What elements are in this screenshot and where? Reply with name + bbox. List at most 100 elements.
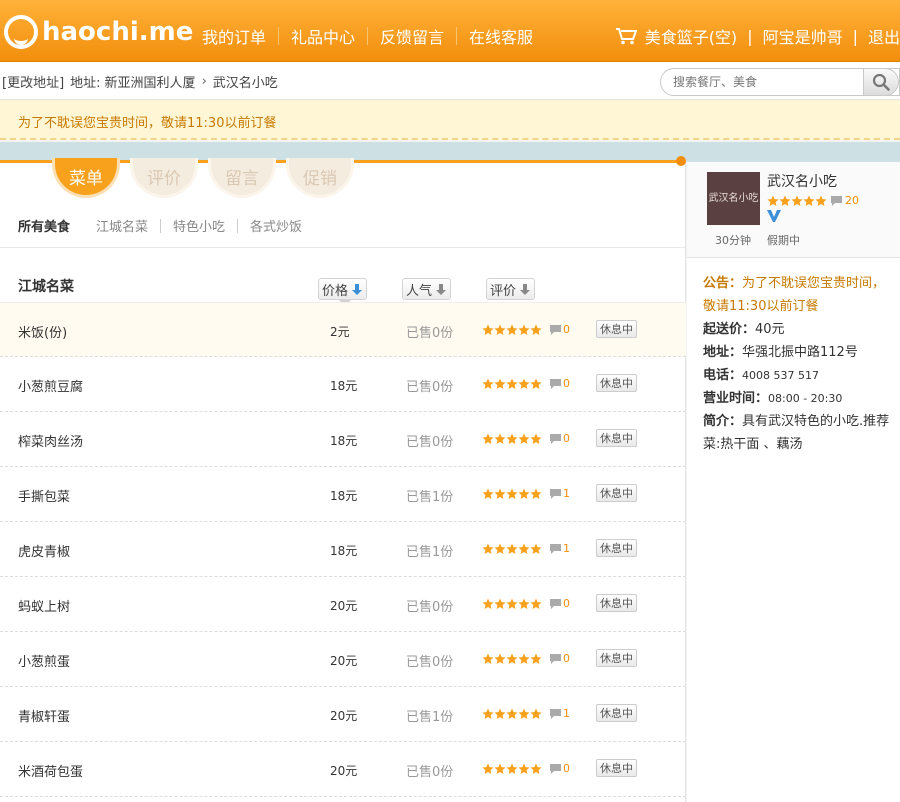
category-item[interactable]: 各式炒饭 xyxy=(250,216,302,235)
separator: | xyxy=(852,26,858,46)
divider xyxy=(0,247,686,248)
category-divider xyxy=(160,218,162,233)
dish-sold-count: 已售1份 xyxy=(406,545,454,560)
dish-comments[interactable]: 1 xyxy=(550,707,570,720)
dish-status-button[interactable]: 休息中 xyxy=(596,320,637,338)
arrow-down-icon xyxy=(518,282,532,296)
intro-label: 简介： xyxy=(703,414,743,429)
star-icon xyxy=(779,195,791,207)
comment-icon xyxy=(550,708,561,719)
dish-comments[interactable]: 0 xyxy=(550,377,570,390)
star-icon xyxy=(506,653,518,665)
category-item[interactable]: 特色小吃 xyxy=(173,216,225,235)
dish-name[interactable]: 手撕包菜 xyxy=(18,486,70,505)
shop-status: 假期中 xyxy=(767,234,800,247)
dish-status-button[interactable]: 休息中 xyxy=(596,759,637,777)
tab-reviews[interactable]: 评价 xyxy=(130,158,198,198)
dish-status-button[interactable]: 休息中 xyxy=(596,374,637,392)
dish-comments[interactable]: 1 xyxy=(550,542,570,555)
dish-row[interactable]: 榨菜肉丝汤 18元 已售0份 0 休息中 xyxy=(0,412,686,467)
comment-icon xyxy=(550,653,561,664)
shop-logo[interactable]: 武汉名小吃 xyxy=(707,172,760,225)
dish-status-button[interactable]: 休息中 xyxy=(596,704,637,722)
dish-name[interactable]: 小葱煎蛋 xyxy=(18,651,70,670)
nav-online-support[interactable]: 在线客服 xyxy=(457,24,545,48)
dish-comments[interactable]: 0 xyxy=(550,597,570,610)
dish-rating-stars xyxy=(482,543,542,555)
comment-icon xyxy=(550,488,561,499)
smile-logo-icon xyxy=(4,15,38,49)
sort-by-popularity-button[interactable]: 人气 xyxy=(402,278,452,300)
dish-status-button[interactable]: 休息中 xyxy=(596,429,637,447)
dish-row[interactable]: 虎皮青椒 18元 已售1份 1 休息中 xyxy=(0,522,686,577)
star-icon xyxy=(530,488,542,500)
nav-gift-center[interactable]: 礼品中心 xyxy=(279,24,367,48)
sort-label: 评价 xyxy=(490,283,517,299)
dish-price: 18元 xyxy=(330,544,358,558)
review-count[interactable]: 20 xyxy=(831,194,859,207)
dish-comments[interactable]: 0 xyxy=(550,762,570,775)
dish-status-button[interactable]: 休息中 xyxy=(596,539,637,557)
dish-name[interactable]: 小葱煎豆腐 xyxy=(18,376,83,395)
dish-rating-stars xyxy=(482,653,542,665)
dish-name[interactable]: 虎皮青椒 xyxy=(18,541,70,560)
dish-row[interactable]: 小葱煎蛋 20元 已售0份 0 休息中 xyxy=(0,632,686,687)
dish-comments[interactable]: 0 xyxy=(550,652,570,665)
tab-messages[interactable]: 留言 xyxy=(208,158,276,198)
comment-icon xyxy=(550,433,561,444)
search-button[interactable] xyxy=(863,68,899,96)
logout-link[interactable]: 退出 xyxy=(868,24,900,48)
dish-name[interactable]: 米酒荷包蛋 xyxy=(18,761,83,780)
dish-status-button[interactable]: 休息中 xyxy=(596,594,637,612)
verified-icon xyxy=(767,210,781,222)
dish-row[interactable]: 米酒荷包蛋 20元 已售0份 0 休息中 xyxy=(0,742,686,797)
cart-link[interactable]: 美食篮子(空) xyxy=(645,24,738,48)
cart-icon[interactable] xyxy=(615,27,637,45)
dish-row[interactable]: 米饭(份) 2元 已售0份 0 休息中 xyxy=(0,302,686,357)
dish-sold-count: 已售0份 xyxy=(406,655,454,670)
dish-row[interactable]: 小葱煎豆腐 18元 已售0份 0 休息中 xyxy=(0,357,686,412)
sort-by-rating-button[interactable]: 评价 xyxy=(486,278,536,300)
category-item[interactable]: 江城名菜 xyxy=(96,216,148,235)
comment-count: 0 xyxy=(563,652,570,665)
address-building: 新亚洲国利人厦 xyxy=(104,76,196,91)
category-all[interactable]: 所有美食 xyxy=(18,216,70,235)
sort-by-price-button[interactable]: 价格 xyxy=(318,278,368,300)
shop-hours: 营业时间：08:00 - 20:30 xyxy=(703,387,893,410)
min-order-label: 起送价： xyxy=(703,322,756,337)
dish-row[interactable]: 手撕包菜 18元 已售1份 1 休息中 xyxy=(0,467,686,522)
dish-row[interactable]: 青椒轩蛋 20元 已售1份 1 休息中 xyxy=(0,687,686,742)
site-logo[interactable]: haochi.me xyxy=(4,14,193,50)
star-icon xyxy=(518,653,530,665)
dish-comments[interactable]: 0 xyxy=(550,432,570,445)
star-icon xyxy=(791,195,803,207)
star-icon xyxy=(530,763,542,775)
star-icon xyxy=(494,708,506,720)
shop-name[interactable]: 武汉名小吃 xyxy=(767,171,837,191)
shop-rating: 20 xyxy=(767,194,859,207)
tab-promotions[interactable]: 促销 xyxy=(286,158,354,198)
search-input[interactable] xyxy=(661,69,861,95)
phone-value: 4008 537 517 xyxy=(742,369,819,382)
tab-menu[interactable]: 菜单 xyxy=(52,158,120,198)
nav-feedback[interactable]: 反馈留言 xyxy=(368,24,456,48)
dish-name[interactable]: 榨菜肉丝汤 xyxy=(18,431,83,450)
dish-status-button[interactable]: 休息中 xyxy=(596,649,637,667)
nav-my-orders[interactable]: 我的订单 xyxy=(190,24,278,48)
user-name-link[interactable]: 阿宝是帅哥 xyxy=(763,24,843,48)
dish-price: 20元 xyxy=(330,599,358,613)
dish-row[interactable]: 蚂蚁上树 20元 已售0份 0 休息中 xyxy=(0,577,686,632)
comment-count: 0 xyxy=(563,323,570,336)
star-icon xyxy=(518,433,530,445)
dish-status-button[interactable]: 休息中 xyxy=(596,484,637,502)
star-icon xyxy=(506,543,518,555)
dish-comments[interactable]: 1 xyxy=(550,487,570,500)
delivery-time: 30分钟 xyxy=(715,234,751,247)
dish-name[interactable]: 米饭(份) xyxy=(18,322,67,341)
dish-rating-stars xyxy=(482,324,542,336)
dish-name[interactable]: 青椒轩蛋 xyxy=(18,706,70,725)
star-icon xyxy=(506,433,518,445)
dish-name[interactable]: 蚂蚁上树 xyxy=(18,596,70,615)
change-address-link[interactable]: [更改地址] xyxy=(2,72,64,91)
dish-comments[interactable]: 0 xyxy=(550,323,570,336)
